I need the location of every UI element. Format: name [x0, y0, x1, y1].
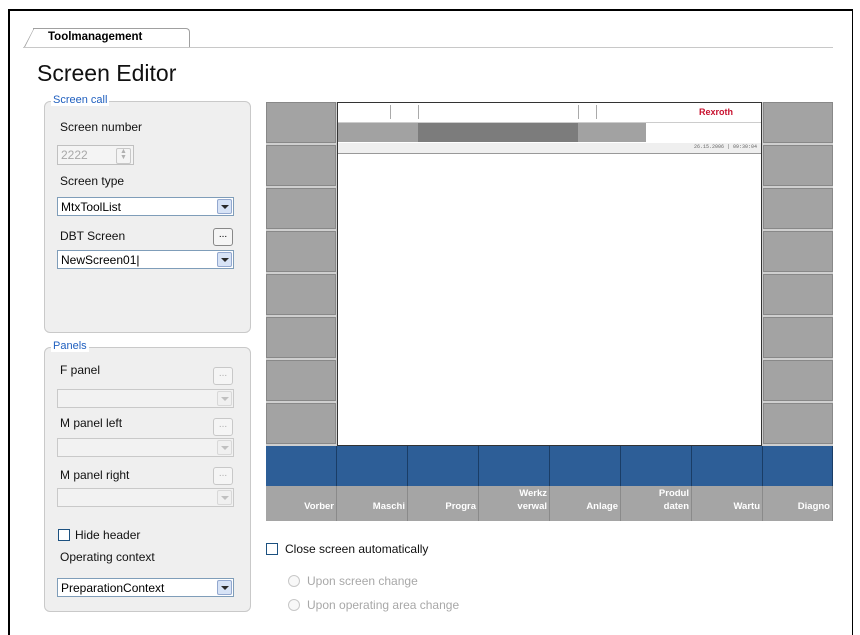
dbt-screen-value: NewScreen01|: [61, 253, 140, 267]
screen-type-select[interactable]: MtxToolList: [57, 197, 234, 216]
m-softkey-8[interactable]: [763, 446, 833, 486]
f-panel-select[interactable]: [57, 389, 234, 408]
m-softkey-4[interactable]: [479, 446, 550, 486]
close-screen-label: Close screen automatically: [285, 542, 429, 556]
chevron-down-icon[interactable]: [217, 440, 232, 455]
screen-number-spinner[interactable]: 2222 ▲ ▼: [57, 145, 134, 165]
screen-preview: Rexroth 26.15.2006 | 09:30:04 Vorber Mas…: [266, 102, 833, 521]
m-softkey-1[interactable]: [266, 446, 337, 486]
f-softkey-left-5[interactable]: [266, 274, 336, 315]
f-softkey-left-4[interactable]: [266, 231, 336, 272]
m-softkey-5[interactable]: [550, 446, 621, 486]
chevron-down-icon[interactable]: [217, 252, 232, 267]
dbt-screen-select[interactable]: NewScreen01|: [57, 250, 234, 269]
spinner-arrows-icon[interactable]: ▲ ▼: [116, 148, 131, 164]
tab-label: Toolmanagement: [48, 31, 143, 43]
upon-area-change-radio[interactable]: [288, 599, 300, 611]
preview-status-bar: 26.15.2006 | 09:30:04: [338, 143, 761, 154]
operating-context-label: Operating context: [60, 550, 155, 564]
softkey-werkz[interactable]: Werkz verwal: [479, 486, 550, 521]
m-panel-right-browse-button[interactable]: ...: [213, 467, 233, 485]
dbt-browse-button[interactable]: ...: [213, 228, 233, 246]
f-softkey-left-3[interactable]: [266, 188, 336, 229]
f-softkey-left-8[interactable]: [266, 403, 336, 444]
f-softkey-right-7[interactable]: [763, 360, 833, 401]
page-title: Screen Editor: [37, 60, 177, 86]
softkey-progra[interactable]: Progra: [408, 486, 479, 521]
m-softkey-7[interactable]: [692, 446, 763, 486]
chevron-down-icon[interactable]: [217, 580, 232, 595]
screen-type-value: MtxToolList: [61, 200, 122, 214]
f-softkey-right-8[interactable]: [763, 403, 833, 444]
f-softkey-right-4[interactable]: [763, 231, 833, 272]
screen-call-group: Screen call: [44, 94, 251, 333]
operating-area-softkeys: Vorber Maschi Progra Werkz verwal Anlage …: [266, 486, 833, 521]
f-softkey-right-2[interactable]: [763, 145, 833, 186]
close-screen-checkbox[interactable]: [266, 543, 278, 555]
upon-screen-change-radio[interactable]: [288, 575, 300, 587]
softkey-maschi[interactable]: Maschi: [337, 486, 408, 521]
upon-screen-change-label: Upon screen change: [307, 574, 418, 588]
operating-context-select[interactable]: PreparationContext: [57, 578, 234, 597]
rexroth-logo: Rexroth: [698, 107, 733, 117]
softkey-vorber[interactable]: Vorber: [266, 486, 337, 521]
preview-header-top: Rexroth: [338, 103, 761, 123]
softkey-wartu[interactable]: Wartu: [692, 486, 763, 521]
tab-strip: Toolmanagement: [23, 28, 833, 48]
m-panel-left-select[interactable]: [57, 438, 234, 457]
f-softkey-right-3[interactable]: [763, 188, 833, 229]
m-softkey-row: [266, 446, 833, 486]
screen-number-value: 2222: [61, 148, 88, 162]
m-panel-right-select[interactable]: [57, 488, 234, 507]
f-softkey-right-1[interactable]: [763, 102, 833, 143]
screen-number-label: Screen number: [60, 120, 143, 134]
hide-header-label: Hide header: [75, 528, 141, 542]
m-panel-left-label: M panel left: [60, 416, 123, 430]
f-softkey-left-7[interactable]: [266, 360, 336, 401]
tab-toolmanagement[interactable]: Toolmanagement: [24, 28, 190, 47]
chevron-down-icon[interactable]: [217, 490, 232, 505]
m-softkey-6[interactable]: [621, 446, 692, 486]
screen-call-legend: Screen call: [51, 94, 110, 106]
f-panel-browse-button[interactable]: ...: [213, 367, 233, 385]
f-softkey-right-5[interactable]: [763, 274, 833, 315]
panels-legend: Panels: [51, 340, 89, 352]
hide-header-checkbox[interactable]: [58, 529, 70, 541]
f-softkey-right-6[interactable]: [763, 317, 833, 358]
screen-type-label: Screen type: [60, 174, 125, 188]
softkey-anlage[interactable]: Anlage: [550, 486, 621, 521]
m-softkey-3[interactable]: [408, 446, 479, 486]
preview-screen-area: Rexroth 26.15.2006 | 09:30:04: [337, 102, 762, 446]
f-softkey-left-1[interactable]: [266, 102, 336, 143]
chevron-down-icon[interactable]: [217, 391, 232, 406]
softkey-produl[interactable]: Produl daten: [621, 486, 692, 521]
chevron-down-icon[interactable]: [217, 199, 232, 214]
m-softkey-2[interactable]: [337, 446, 408, 486]
f-softkey-left-2[interactable]: [266, 145, 336, 186]
f-panel-label: F panel: [60, 363, 101, 377]
dbt-screen-label: DBT Screen: [60, 229, 126, 243]
m-panel-right-label: M panel right: [60, 468, 130, 482]
operating-context-value: PreparationContext: [61, 581, 165, 595]
softkey-diagno[interactable]: Diagno: [763, 486, 833, 521]
preview-header-bar: [338, 123, 761, 142]
f-softkey-left-6[interactable]: [266, 317, 336, 358]
m-panel-left-browse-button[interactable]: ...: [213, 418, 233, 436]
upon-area-change-label: Upon operating area change: [307, 598, 460, 612]
preview-timestamp: 26.15.2006 | 09:30:04: [693, 144, 757, 150]
